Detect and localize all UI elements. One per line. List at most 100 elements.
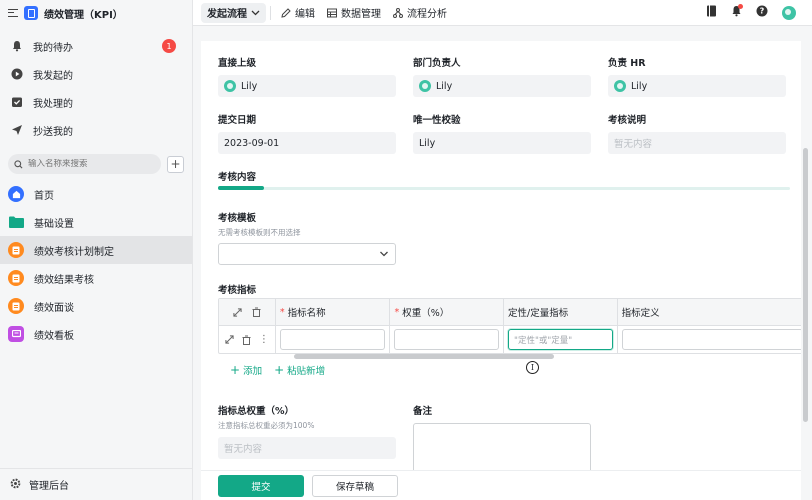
tree-label: 绩效结果考核 (34, 274, 94, 286)
bell-icon (10, 40, 23, 53)
data-management-button[interactable]: 数据管理 (321, 3, 387, 23)
nav-label: 我发起的 (33, 70, 73, 82)
add-row-button[interactable]: + 添加 (230, 363, 262, 377)
play-icon (10, 68, 23, 81)
app-header: 绩效管理（KPI） (0, 0, 192, 26)
dept-head-value[interactable]: Lily (413, 75, 591, 97)
cell-indicator-name (276, 326, 391, 353)
cell-qual-quant: "定性"或"定量" (504, 326, 618, 353)
column-label: 指标定义 (621, 308, 660, 319)
column-label: 权重（%） (402, 308, 450, 319)
user-name: Lily (631, 80, 648, 92)
inbox-check-icon (10, 96, 23, 109)
weight-input[interactable] (394, 329, 500, 350)
qual-quant-input[interactable]: "定性"或"定量" (508, 329, 613, 350)
user-name: Lily (436, 80, 453, 92)
sidebar-search-input[interactable] (28, 159, 148, 169)
table-horizontal-scrollbar[interactable] (294, 354, 554, 359)
text-cursor-icon: I (526, 361, 539, 374)
user-avatar (419, 80, 431, 92)
nav-my-todo[interactable]: 我的待办 1 (0, 32, 192, 60)
tree-item-home[interactable]: 首页 (0, 180, 192, 208)
row-actions-cell: ⋮ (219, 326, 276, 353)
tree-item-interview[interactable]: 绩效面谈 (0, 292, 192, 320)
sidebar-search[interactable] (8, 154, 161, 174)
start-flow-button[interactable]: 发起流程 (201, 2, 266, 23)
vertical-scrollbar[interactable] (803, 148, 808, 422)
field-hint: 注意指标总权重必须为100% (218, 421, 315, 430)
indicator-name-input[interactable] (279, 329, 386, 350)
flow-analysis-button[interactable]: 流程分析 (387, 3, 453, 23)
paste-add-button[interactable]: + 粘贴新增 (274, 363, 325, 377)
submit-date-value[interactable]: 2023-09-01 (218, 132, 396, 154)
plus-icon: + (230, 363, 241, 377)
form-icon (8, 298, 24, 314)
trash-icon[interactable] (252, 307, 261, 317)
table-header-row: * 指标名称 * 权重（%） 定性/定量指标 指标定义 (219, 299, 801, 326)
column-label: 指标名称 (287, 308, 326, 319)
search-icon (14, 159, 23, 168)
tree-item-dashboard[interactable]: 绩效看板 (0, 320, 192, 348)
remark-textarea[interactable] (413, 423, 591, 471)
more-icon[interactable]: ⋮ (259, 334, 269, 344)
notification-bell-icon[interactable] (731, 4, 743, 20)
admin-console-link[interactable]: 管理后台 (0, 468, 193, 500)
home-icon (8, 186, 24, 202)
nav-my-initiated[interactable]: 我发起的 (0, 60, 192, 88)
dashboard-icon (8, 326, 24, 342)
gear-icon (10, 478, 21, 492)
section-divider-active (218, 186, 264, 190)
trash-icon[interactable] (242, 335, 251, 345)
save-draft-button[interactable]: 保存草稿 (312, 474, 398, 497)
book-icon[interactable] (706, 5, 717, 20)
tree-label: 首页 (34, 190, 54, 202)
submit-button[interactable]: 提交 (218, 474, 304, 497)
flow-icon (393, 7, 403, 18)
required-mark: * (394, 306, 400, 318)
field-label: 提交日期 (218, 115, 257, 126)
user-avatar[interactable] (782, 5, 796, 20)
tree-item-result[interactable]: 绩效结果考核 (0, 264, 192, 292)
field-label: 备注 (413, 406, 433, 417)
tree-label: 基础设置 (34, 218, 74, 230)
hr-value[interactable]: Lily (608, 75, 786, 97)
total-weight-value[interactable]: 暂无内容 (218, 437, 396, 459)
edit-button[interactable]: 编辑 (275, 3, 321, 23)
review-note-value[interactable]: 暂无内容 (608, 132, 786, 154)
template-select[interactable] (218, 243, 396, 265)
total-weight-field: 指标总权重（%） 注意指标总权重必须为100% 暂无内容 (218, 403, 396, 459)
expand-icon[interactable] (225, 335, 234, 344)
nav-label: 我的待办 (33, 42, 73, 54)
todo-count-badge: 1 (162, 39, 176, 53)
user-name: Lily (241, 80, 258, 92)
header-actions-cell (219, 299, 276, 325)
help-icon[interactable]: ? (756, 5, 768, 20)
field-label: 考核说明 (608, 115, 647, 126)
toolbar-divider (270, 5, 271, 20)
cell-definition (618, 326, 801, 353)
field-label: 负责 HR (608, 58, 646, 69)
data-management-label: 数据管理 (341, 9, 381, 20)
unique-check-value[interactable]: Lily (413, 132, 591, 154)
tree-item-plan[interactable]: 绩效考核计划制定 (0, 236, 192, 264)
form-footer: 提交 保存草稿 (201, 470, 801, 500)
form-panel: 直接上级 Lily 部门负责人 Lily 负责 HR Lily 提交日期 202… (201, 41, 801, 471)
direct-superior-value[interactable]: Lily (218, 75, 396, 97)
expand-icon[interactable] (233, 307, 242, 317)
definition-input[interactable] (621, 329, 801, 350)
tree-item-basic-settings[interactable]: 基础设置 (0, 208, 192, 236)
folder-icon (8, 216, 24, 229)
menu-icon[interactable] (8, 9, 18, 17)
nav-label: 我处理的 (33, 98, 73, 110)
direct-superior-field: 直接上级 Lily (218, 55, 396, 97)
submit-date-field: 提交日期 2023-09-01 (218, 112, 396, 154)
svg-text:?: ? (760, 7, 765, 16)
nav-my-handled[interactable]: 我处理的 (0, 88, 192, 116)
nav-cc-me[interactable]: 抄送我的 (0, 116, 192, 144)
form-icon (8, 242, 24, 258)
pencil-icon (281, 7, 291, 18)
table-add-actions: + 添加 + 粘贴新增 (230, 363, 325, 377)
paste-add-label: 粘贴新增 (287, 366, 326, 377)
flow-analysis-label: 流程分析 (407, 9, 447, 20)
add-item-button[interactable]: + (167, 155, 184, 173)
